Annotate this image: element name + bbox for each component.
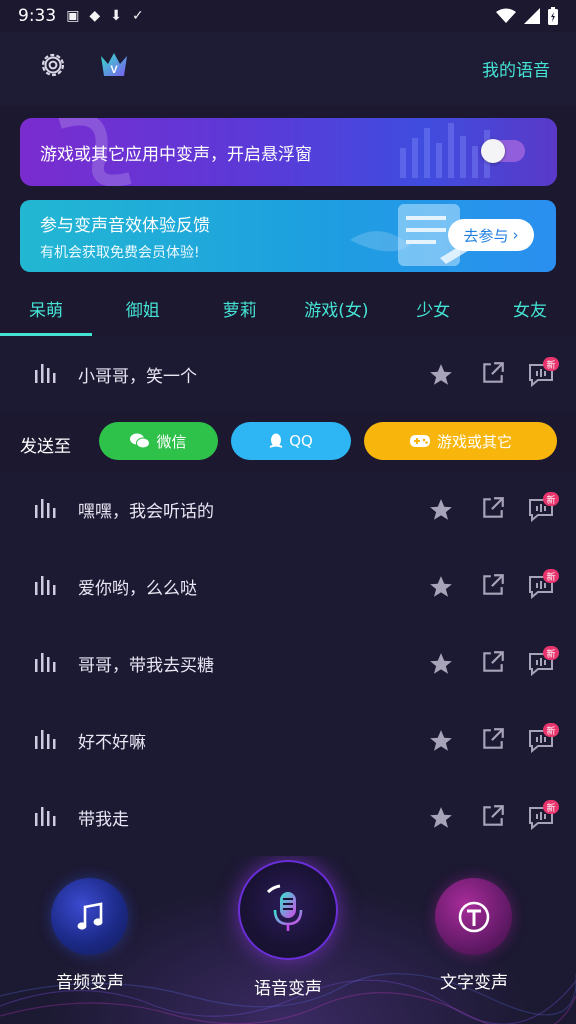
microphone-icon xyxy=(266,884,303,931)
list-item[interactable]: 哥哥，带我去买糖 新 xyxy=(0,625,576,701)
star-icon[interactable] xyxy=(428,805,454,831)
tab-cute[interactable]: 呆萌 xyxy=(0,282,92,336)
star-icon[interactable] xyxy=(428,651,454,677)
list-item[interactable]: 嘿嘿，我会听话的 新 xyxy=(0,471,576,547)
send-qq-button[interactable]: QQ xyxy=(231,422,351,460)
check-icon: ✓ xyxy=(131,8,144,24)
tab-girlfriend[interactable]: 女友 xyxy=(484,282,576,334)
audio-bars-icon xyxy=(35,499,56,518)
voice-item-label: 爱你哟，么么哒 xyxy=(78,579,197,599)
feedback-banner[interactable]: 参与变声音效体验反馈 有机会获取免费会员体验! 去参与 › xyxy=(20,200,556,272)
floating-window-text: 游戏或其它应用中变声，开启悬浮窗 xyxy=(40,145,312,165)
send-to-label: 发送至 xyxy=(20,437,71,457)
voice-item-label: 小哥哥，笑一个 xyxy=(78,367,197,387)
share-icon[interactable] xyxy=(480,495,506,521)
wechat-icon xyxy=(130,433,151,449)
toggle-knob xyxy=(481,139,505,163)
send-game-button[interactable]: 游戏或其它 xyxy=(364,422,557,460)
text-voice-change-button[interactable] xyxy=(435,878,512,955)
list-item[interactable]: 小哥哥，笑一个 新 xyxy=(0,336,576,412)
share-icon[interactable] xyxy=(480,803,506,829)
star-icon[interactable] xyxy=(428,728,454,754)
tab-game-female[interactable]: 游戏(女) xyxy=(290,282,382,334)
new-badge: 新 xyxy=(543,646,559,660)
audio-bars-icon xyxy=(35,807,56,826)
list-item[interactable]: 带我走 新 xyxy=(0,779,576,855)
my-voice-link[interactable]: 我的语音 xyxy=(482,56,550,81)
voice-item-label: 哥哥，带我去买糖 xyxy=(78,656,214,676)
music-note-icon xyxy=(77,901,102,930)
gear-icon[interactable] xyxy=(38,50,68,80)
list-item[interactable]: 爱你哟，么么哒 新 xyxy=(0,548,576,624)
share-icon[interactable] xyxy=(480,360,506,386)
star-icon[interactable] xyxy=(428,497,454,523)
audio-bars-icon xyxy=(35,653,56,672)
tab-girl[interactable]: 少女 xyxy=(387,282,479,334)
text-voice-change-label: 文字变声 xyxy=(440,973,508,993)
category-tabs: 呆萌 御姐 萝莉 游戏(女) 少女 女友 xyxy=(0,282,576,336)
share-icon[interactable] xyxy=(480,726,506,752)
voice-change-label: 语音变声 xyxy=(254,979,322,999)
wifi-icon xyxy=(496,8,516,23)
game-label: 游戏或其它 xyxy=(436,432,512,451)
join-label: 去参与 xyxy=(463,226,509,245)
send-to-bar: 发送至 微信 QQ 游戏或其它 xyxy=(0,412,576,472)
star-icon[interactable] xyxy=(428,574,454,600)
svg-text:V: V xyxy=(110,64,118,76)
audio-voice-change-button[interactable] xyxy=(51,878,128,955)
share-icon[interactable] xyxy=(480,572,506,598)
feedback-subtitle: 有机会获取免费会员体验! xyxy=(40,245,200,261)
list-item[interactable]: 好不好嘛 新 xyxy=(0,702,576,778)
chevron-right-icon: › xyxy=(512,226,519,244)
qq-label: QQ xyxy=(289,432,313,450)
floating-window-banner[interactable]: 游戏或其它应用中变声，开启悬浮窗 xyxy=(20,118,557,186)
bottom-nav: 音频变声 语音变声 文字变声 xyxy=(0,856,576,1024)
gamepad-icon xyxy=(409,435,430,447)
new-badge: 新 xyxy=(543,357,559,371)
font-icon: ◆ xyxy=(89,8,101,24)
star-icon[interactable] xyxy=(428,362,454,388)
text-t-icon xyxy=(458,901,489,932)
voice-change-button[interactable] xyxy=(238,860,338,960)
app-header: V 我的语音 xyxy=(0,32,576,106)
new-badge: 新 xyxy=(543,723,559,737)
status-bar: 9:33 ▣ ◆ ⬇ ✓ xyxy=(0,0,576,32)
join-feedback-button[interactable]: 去参与 › xyxy=(448,219,534,251)
status-time: 9:33 xyxy=(18,6,57,26)
voice-item-label: 嘿嘿，我会听话的 xyxy=(78,502,214,522)
floating-window-toggle[interactable] xyxy=(481,139,525,163)
new-badge: 新 xyxy=(543,492,559,506)
tab-mature-lady[interactable]: 御姐 xyxy=(97,282,189,334)
audio-bars-icon xyxy=(35,364,56,383)
send-wechat-button[interactable]: 微信 xyxy=(99,422,218,460)
voice-item-label: 带我走 xyxy=(78,810,129,830)
download-icon: ⬇ xyxy=(110,8,122,24)
signal-icon xyxy=(524,8,540,24)
share-icon[interactable] xyxy=(480,649,506,675)
wechat-label: 微信 xyxy=(156,432,187,451)
audio-bars-icon xyxy=(35,576,56,595)
vip-crown-icon[interactable]: V xyxy=(98,50,130,80)
voice-item-label: 好不好嘛 xyxy=(78,733,146,753)
new-badge: 新 xyxy=(543,569,559,583)
battery-icon xyxy=(548,7,558,25)
tab-loli[interactable]: 萝莉 xyxy=(194,282,286,334)
new-badge: 新 xyxy=(543,800,559,814)
qq-penguin-icon xyxy=(269,433,283,448)
audio-voice-change-label: 音频变声 xyxy=(56,973,124,993)
image-icon: ▣ xyxy=(66,8,80,24)
audio-bars-icon xyxy=(35,730,56,749)
feedback-title: 参与变声音效体验反馈 xyxy=(40,216,210,236)
